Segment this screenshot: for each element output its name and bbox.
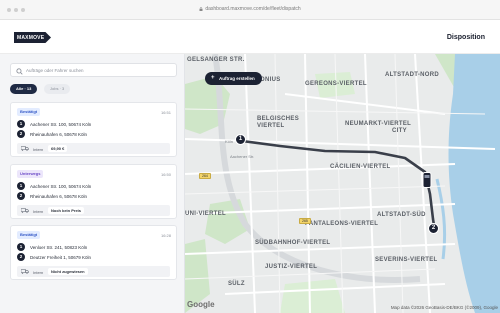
map-label: JUSTIZ-VIERTEL [265, 264, 318, 270]
filter-all-tab[interactable]: Alle · 13 [10, 84, 38, 94]
order-footer: Intern Noch kein Preis [17, 205, 170, 216]
order-card[interactable]: Bestätigt 16:51 1 Aachener Str. 100, 5067… [10, 102, 177, 157]
order-type: Intern [33, 269, 44, 275]
stop-address: Rheinauhafen 6, 50678 Köln [30, 131, 88, 137]
stop-address: Aachener Str. 100, 50674 Köln [30, 121, 92, 127]
order-card[interactable]: Unterwegs 16:50 1 Aachener Str. 100, 5067… [10, 164, 177, 219]
map-label: SEVERINS-VIERTEL [375, 257, 438, 263]
map-label: BELGISCHES VIERTEL [257, 116, 300, 129]
map-label: Köln [225, 139, 234, 144]
url-text: dashboard.maxmove.com/de/fleet/dispatch [205, 6, 301, 12]
map-label: PANTALEONS-VIERTEL [305, 221, 379, 227]
map-label: GELSANGER STR. [187, 57, 245, 63]
logo-text: MAXMOVE [17, 35, 45, 41]
browser-chrome: dashboard.maxmove.com/de/fleet/dispatch [0, 0, 500, 20]
google-logo[interactable]: Google [187, 300, 215, 309]
driver-vehicle-icon[interactable] [422, 172, 432, 188]
order-footer: Intern Nicht zugewiesen [17, 266, 170, 277]
road-shield: 264 [199, 173, 211, 179]
price-tag: Noch kein Preis [48, 207, 85, 214]
map-label: CITY [392, 128, 407, 134]
map-attribution: Map data ©2026 GeoBasis-DE/BKG (©2009), … [390, 305, 498, 310]
truck-icon [21, 269, 29, 274]
map-label: GEREONS-VIERTEL [305, 81, 367, 87]
address-bar[interactable]: dashboard.maxmove.com/de/fleet/dispatch [0, 6, 500, 12]
stop-address: Venloer Str. 241, 50823 Köln [30, 244, 88, 250]
map-label: ONIUS [260, 77, 281, 83]
stop-number-1: 1 [17, 182, 25, 190]
create-order-label: Auftrag erstellen [219, 76, 255, 81]
lock-icon [199, 7, 203, 11]
map-label: SÜDBAHNHOF-VIERTEL [255, 240, 331, 246]
stop-address: Rheinauhafen 6, 50678 Köln [30, 193, 88, 199]
price-tag: 69,90 € [48, 145, 68, 152]
search-input[interactable]: Aufträge oder Fahrer suchen [10, 63, 177, 77]
map-label: NEUMARKT-VIERTEL [345, 121, 412, 127]
stop-number-1: 1 [17, 120, 25, 128]
maxmove-logo[interactable]: MAXMOVE [14, 32, 51, 43]
page-title: Disposition [446, 34, 485, 41]
stop-number-2: 2 [17, 130, 25, 138]
dropoff-marker[interactable]: 2 [428, 223, 439, 234]
filter-jobs-tab[interactable]: Jobs · 3 [44, 84, 71, 94]
plus-icon: + [211, 75, 215, 81]
search-icon [16, 67, 23, 75]
search-placeholder: Aufträge oder Fahrer suchen [26, 68, 84, 73]
truck-icon [21, 208, 29, 213]
stop-number-2: 2 [17, 253, 25, 261]
map-label: ALTSTADT-NORD [385, 72, 440, 78]
order-type: Intern [33, 146, 44, 152]
status-badge: Unterwegs [17, 170, 44, 178]
truck-icon [21, 146, 29, 151]
order-time: 16:51 [160, 110, 171, 115]
price-tag: Nicht zugewiesen [48, 268, 88, 275]
stop-address: Aachener Str. 100, 50674 Köln [30, 183, 92, 189]
create-order-button[interactable]: + Auftrag erstellen [205, 72, 262, 85]
order-time: 16:28 [160, 233, 171, 238]
status-badge: Bestätigt [17, 231, 41, 239]
pickup-marker[interactable]: 1 [235, 134, 246, 145]
order-time: 16:50 [160, 172, 171, 177]
orders-sidebar: Aufträge oder Fahrer suchen Alle · 13 Jo… [0, 54, 185, 313]
map-label: ALTSTADT-SÜD [377, 212, 426, 218]
stop-address: Deutzer Freiheit 1, 50679 Köln [30, 254, 92, 260]
app-header: MAXMOVE Disposition [0, 20, 500, 54]
status-badge: Bestätigt [17, 108, 41, 116]
stop-number-1: 1 [17, 243, 25, 251]
map-label: UNI-VIERTEL [185, 211, 226, 217]
order-type: Intern [33, 208, 44, 214]
map-label: CÄCILIEN-VIERTEL [330, 164, 391, 170]
map-label: Aachener Str. [230, 154, 255, 159]
map-label: SÜLZ [228, 281, 245, 287]
order-card[interactable]: Bestätigt 16:28 1 Venloer Str. 241, 50823… [10, 225, 177, 280]
order-footer: Intern 69,90 € [17, 143, 170, 154]
app-window: dashboard.maxmove.com/de/fleet/dispatch … [0, 0, 500, 313]
map-base [185, 54, 500, 313]
stop-number-2: 2 [17, 192, 25, 200]
dispatch-map[interactable]: GELSANGER STR. ONIUS GEREONS-VIERTEL ALT… [185, 54, 500, 313]
road-shield: 265 [299, 218, 311, 224]
